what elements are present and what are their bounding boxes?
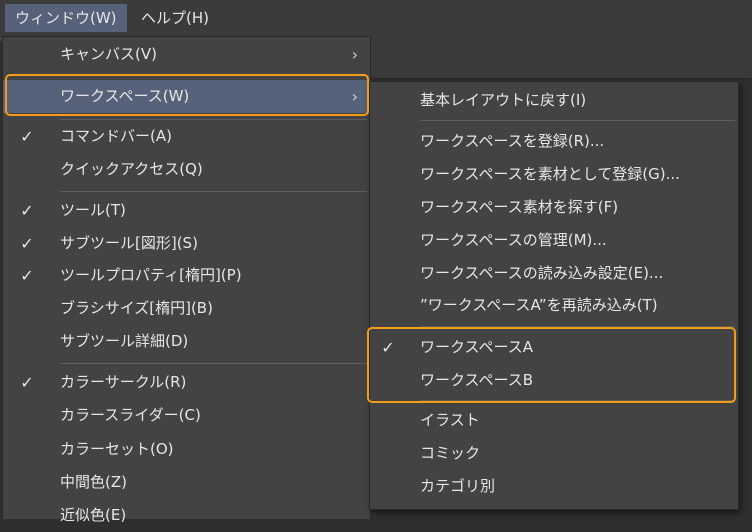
menu-item-label: ワークスペース(W) — [60, 87, 190, 105]
menu-item-label: ワークスペースを素材として登録(G)... — [420, 165, 680, 183]
menu-item-workspace-b[interactable]: ワークスペースB — [370, 364, 738, 397]
checkmark-icon: ✓ — [20, 127, 34, 146]
menu-item-sub-tool[interactable]: ✓ サブツール[図形](S) — [3, 227, 370, 260]
menu-separator — [420, 120, 735, 121]
menu-item-label: 中間色(Z) — [60, 473, 127, 491]
menu-separator — [60, 363, 367, 364]
menu-item-label: イラスト — [420, 411, 480, 429]
window-menu: キャンバス(V) › ワークスペース(W) › ✓ コマンドバー(A) クイック… — [2, 36, 371, 524]
menu-item-label: カラーサークル(R) — [60, 373, 187, 391]
menu-separator — [60, 191, 367, 192]
menu-item-load-settings[interactable]: ワークスペースの読み込み設定(E)... — [370, 257, 738, 290]
menu-item-color-circle[interactable]: ✓ カラーサークル(R) — [3, 366, 370, 399]
menu-item-register-workspace[interactable]: ワークスペースを登録(R)... — [370, 125, 738, 158]
menu-item-illust[interactable]: イラスト — [370, 404, 738, 437]
menu-item-by-category[interactable]: カテゴリ別 — [370, 470, 738, 503]
menu-item-label: コミック — [420, 444, 481, 462]
chevron-right-icon: › — [351, 45, 358, 64]
workspace-submenu: 基本レイアウトに戻す(I) ワークスペースを登録(R)... ワークスペースを素… — [369, 81, 739, 510]
background-panel — [369, 37, 752, 79]
menubar-help[interactable]: ヘルプ(H) — [131, 4, 219, 32]
menu-item-comic[interactable]: コミック — [370, 437, 738, 470]
menu-item-label: サブツール[図形](S) — [60, 234, 198, 252]
chevron-right-icon: › — [351, 87, 358, 106]
menu-item-approx-color[interactable]: 近似色(E) — [3, 499, 370, 532]
menu-item-label: ワークスペースの読み込み設定(E)... — [420, 264, 664, 282]
menu-item-label: クイックアクセス(Q) — [60, 160, 203, 178]
menu-separator — [420, 400, 735, 401]
menu-item-label: ワークスペースを登録(R)... — [420, 132, 605, 150]
menu-item-intermediate-color[interactable]: 中間色(Z) — [3, 466, 370, 499]
checkmark-icon: ✓ — [381, 338, 395, 357]
menu-item-find-material[interactable]: ワークスペース素材を探す(F) — [370, 191, 738, 224]
menu-item-reload-workspace-a[interactable]: ”ワークスペースA”を再読み込み(T) — [370, 289, 738, 322]
menu-item-tool[interactable]: ✓ ツール(T) — [3, 194, 370, 227]
menu-item-workspace[interactable]: ワークスペース(W) › — [3, 80, 370, 113]
menu-item-label: ”ワークスペースA”を再読み込み(T) — [420, 296, 658, 314]
menu-item-canvas[interactable]: キャンバス(V) › — [3, 38, 370, 71]
menu-item-reset-layout[interactable]: 基本レイアウトに戻す(I) — [370, 84, 738, 117]
menu-item-label: コマンドバー(A) — [60, 127, 172, 145]
menu-item-workspace-a[interactable]: ✓ ワークスペースA — [370, 331, 738, 364]
menubar-window[interactable]: ウィンドウ(W) — [5, 4, 127, 32]
menu-item-label: 基本レイアウトに戻す(I) — [420, 91, 587, 109]
menu-item-label: サブツール詳細(D) — [60, 332, 189, 350]
menu-item-label: カテゴリ別 — [420, 477, 496, 495]
menu-item-label: ワークスペース素材を探す(F) — [420, 198, 619, 216]
menu-separator — [420, 326, 735, 327]
menu-item-label: 近似色(E) — [60, 506, 127, 524]
menu-item-color-slider[interactable]: カラースライダー(C) — [3, 399, 370, 432]
menu-item-color-set[interactable]: カラーセット(O) — [3, 433, 370, 466]
menu-item-label: ブラシサイズ[楕円](B) — [60, 299, 213, 317]
menu-item-command-bar[interactable]: ✓ コマンドバー(A) — [3, 120, 370, 153]
menu-item-brush-size[interactable]: ブラシサイズ[楕円](B) — [3, 292, 370, 325]
menu-item-label: カラーセット(O) — [60, 440, 174, 458]
menu-item-label: ツールプロパティ[楕円](P) — [60, 266, 242, 284]
checkmark-icon: ✓ — [20, 201, 34, 220]
checkmark-icon: ✓ — [20, 234, 34, 253]
menu-item-sub-tool-detail[interactable]: サブツール詳細(D) — [3, 325, 370, 358]
menu-item-label: ワークスペースの管理(M)... — [420, 231, 607, 249]
menu-item-quick-access[interactable]: クイックアクセス(Q) — [3, 153, 370, 186]
menu-bar: ウィンドウ(W) ヘルプ(H) — [0, 0, 752, 37]
menu-item-label: ワークスペースB — [420, 371, 534, 389]
menu-item-label: カラースライダー(C) — [60, 406, 201, 424]
menu-item-register-as-material[interactable]: ワークスペースを素材として登録(G)... — [370, 158, 738, 191]
checkmark-icon: ✓ — [20, 266, 34, 285]
menu-item-tool-property[interactable]: ✓ ツールプロパティ[楕円](P) — [3, 259, 370, 292]
menu-item-label: キャンバス(V) — [60, 45, 157, 63]
menu-item-label: ツール(T) — [60, 201, 126, 219]
checkmark-icon: ✓ — [20, 373, 34, 392]
menu-item-manage-workspace[interactable]: ワークスペースの管理(M)... — [370, 224, 738, 257]
menu-item-label: ワークスペースA — [420, 338, 534, 356]
